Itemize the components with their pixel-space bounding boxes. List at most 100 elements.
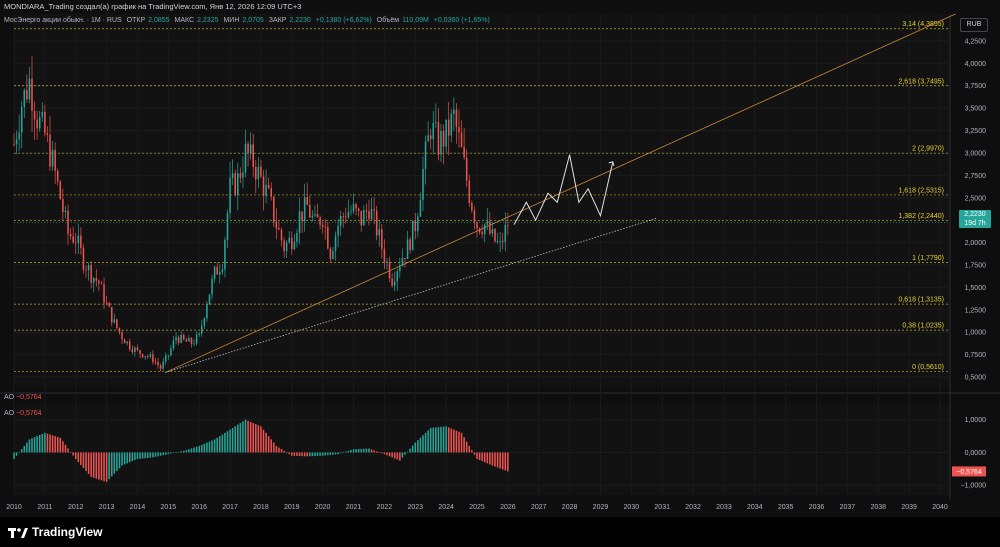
ao-bar xyxy=(437,427,440,453)
time-tick-label: 2039 xyxy=(901,504,917,511)
ao-bar xyxy=(100,452,103,481)
candle-body xyxy=(465,157,468,181)
candle-body xyxy=(213,266,216,279)
candle-body xyxy=(85,269,87,271)
candle-body xyxy=(20,107,23,133)
ao-indicator-legend[interactable]: AO −0,5764 xyxy=(4,410,42,417)
ao-bar xyxy=(352,449,355,453)
ao-bar xyxy=(105,452,108,482)
candle-body xyxy=(471,202,473,211)
ao-bar xyxy=(476,452,478,459)
candle-body xyxy=(365,210,368,212)
ao-bar xyxy=(157,452,159,457)
ao-bar xyxy=(180,451,182,453)
ao-bar xyxy=(504,452,507,471)
time-tick-label: 2037 xyxy=(840,504,856,511)
candle-body xyxy=(296,232,298,243)
candle-body xyxy=(226,212,229,241)
time-tick-label: 2024 xyxy=(438,504,454,511)
ao-bar xyxy=(383,452,386,455)
ao-bar xyxy=(339,452,342,454)
candle-body xyxy=(90,265,92,283)
candle-body xyxy=(355,204,357,209)
time-tick-label: 2017 xyxy=(222,504,238,511)
ao-bar xyxy=(20,449,23,453)
candle-body xyxy=(507,224,509,226)
ao-bar xyxy=(296,452,298,456)
currency-button[interactable]: RUB xyxy=(960,18,988,32)
candle-body xyxy=(139,350,141,354)
high-value: 2,2325 xyxy=(197,17,219,24)
candle-body xyxy=(319,217,321,225)
ao-bar xyxy=(188,449,190,453)
candle-body xyxy=(41,111,44,117)
time-tick-label: 2022 xyxy=(377,504,393,511)
last-price-label: 2,2230 19d 7h xyxy=(959,210,991,228)
candle-body xyxy=(121,332,123,340)
ao-bar xyxy=(388,452,391,457)
candle-body xyxy=(267,184,270,188)
candle-body xyxy=(242,172,244,178)
time-tick-label: 2023 xyxy=(407,504,423,511)
candle-body xyxy=(193,343,195,345)
candle-body xyxy=(324,226,327,228)
ao-bar xyxy=(257,425,260,453)
candle-body xyxy=(105,302,108,304)
candle-body xyxy=(368,211,370,220)
fib-level-label: 0,618 (1,3135) xyxy=(898,297,944,304)
ao-bar xyxy=(149,452,152,458)
candle-body xyxy=(13,143,15,145)
ao-bar xyxy=(164,452,167,455)
candle-body xyxy=(216,266,218,275)
candle-body xyxy=(424,141,427,169)
candle-body xyxy=(288,237,290,243)
candle-body xyxy=(92,277,95,283)
time-tick-label: 2018 xyxy=(253,504,269,511)
candle-body xyxy=(363,210,365,226)
candle-body xyxy=(401,258,404,266)
ao-bar xyxy=(74,452,77,459)
price-tick-label: 4,0000 xyxy=(965,61,987,68)
candle-body xyxy=(476,222,478,229)
ao-bar xyxy=(162,452,164,456)
ao-bar xyxy=(195,446,198,453)
candle-body xyxy=(321,224,324,227)
candle-body xyxy=(172,340,175,349)
tradingview-logo[interactable]: TradingView xyxy=(8,525,102,539)
ao-bar xyxy=(334,452,337,455)
price-tick-label: 4,2500 xyxy=(965,38,987,45)
candle-body xyxy=(314,214,316,216)
ao-pane-bg xyxy=(14,405,950,495)
ao-bar xyxy=(92,452,95,478)
ao-bar xyxy=(203,443,206,453)
ao-bar xyxy=(345,451,347,453)
candle-body xyxy=(159,365,162,369)
candle-body xyxy=(64,210,67,212)
ao-pane-legend[interactable]: AO −0,5764 xyxy=(4,394,42,401)
candle-body xyxy=(411,220,414,251)
ao-tick-label: 0,0000 xyxy=(965,450,987,457)
ao-bar xyxy=(59,437,62,453)
ao-bar xyxy=(386,452,388,456)
time-tick-label: 2025 xyxy=(469,504,485,511)
ao-bar xyxy=(18,452,20,454)
ao-bar xyxy=(463,437,465,453)
ao-bar xyxy=(458,431,460,453)
candle-body xyxy=(131,349,134,353)
ao-bar xyxy=(255,424,257,453)
candle-body xyxy=(396,271,399,282)
fib-level-label: 0,38 (1,0235) xyxy=(902,323,944,330)
candle-body xyxy=(409,239,411,251)
ao-bar xyxy=(82,452,85,468)
ao-bar xyxy=(28,439,31,453)
candle-body xyxy=(260,166,262,177)
ao-bar xyxy=(206,442,208,453)
ao-bar xyxy=(453,429,455,453)
candle-body xyxy=(293,242,296,250)
candle-body xyxy=(445,119,447,147)
chart-canvas[interactable]: 3,14 (4,3855)2,618 (3,7495)2 (2,9970)1,6… xyxy=(0,0,1000,547)
ao-bar xyxy=(167,452,170,455)
ao-bar xyxy=(201,444,203,453)
price-tick-label: 1,5000 xyxy=(965,285,987,292)
candle-body xyxy=(116,319,118,328)
